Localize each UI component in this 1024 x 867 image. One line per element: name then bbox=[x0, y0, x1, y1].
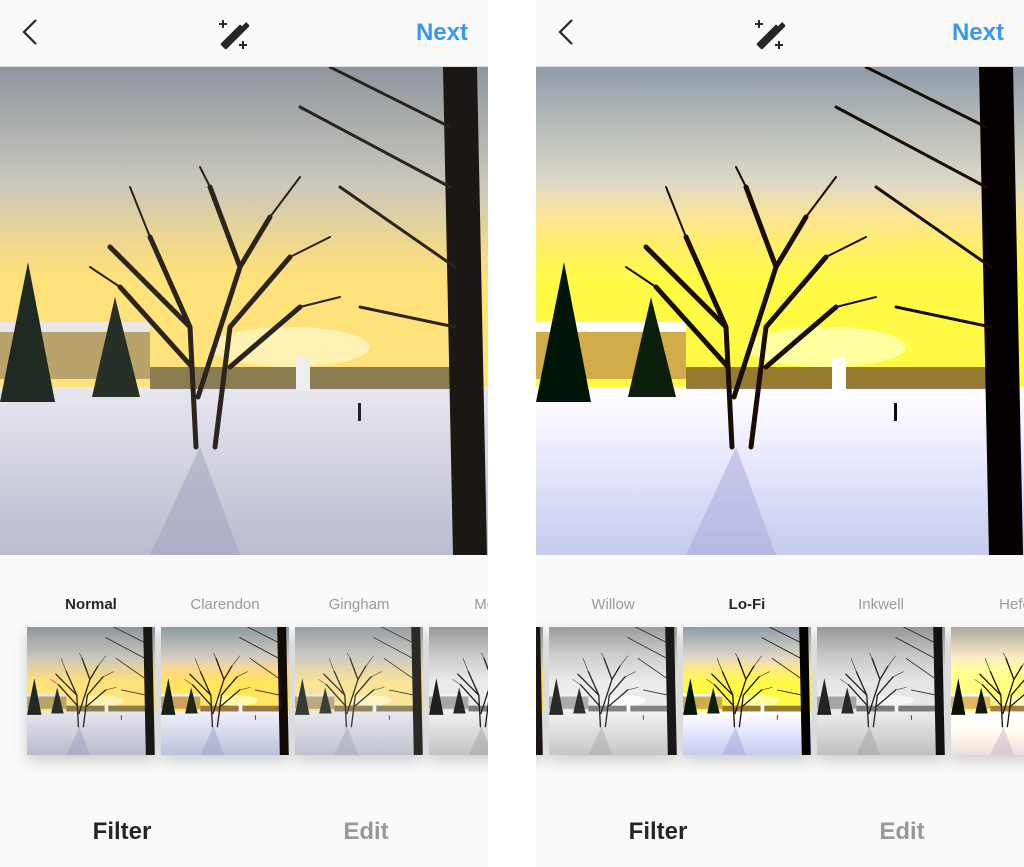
magic-wand-icon[interactable] bbox=[214, 14, 254, 54]
lofi-filter-screen: Next Willow Lo-Fi Inkwell Hefe bbox=[536, 0, 1024, 867]
filter-label-lo-fi[interactable]: Lo-Fi bbox=[683, 596, 811, 613]
filter-thumbnail-inkwell[interactable] bbox=[817, 627, 945, 755]
filter-thumbnail-gingham[interactable] bbox=[295, 627, 423, 755]
filter-strip[interactable] bbox=[0, 627, 488, 755]
filter-labels: Willow Lo-Fi Inkwell Hefe bbox=[536, 596, 1024, 616]
filter-thumbnail-moon[interactable] bbox=[429, 627, 488, 755]
filter-thumbnail-willow[interactable] bbox=[549, 627, 677, 755]
filter-label-inkwell[interactable]: Inkwell bbox=[817, 596, 945, 613]
filter-thumbnail-clarendon[interactable] bbox=[161, 627, 289, 755]
filter-label-normal[interactable]: Normal bbox=[27, 596, 155, 613]
filter-label-hefe[interactable]: Hefe bbox=[951, 596, 1024, 613]
chevron-left-icon[interactable] bbox=[554, 16, 582, 48]
next-button[interactable]: Next bbox=[416, 19, 468, 47]
bottom-tabs: Filter Edit bbox=[0, 818, 488, 850]
filter-label-clarendon[interactable]: Clarendon bbox=[161, 596, 289, 613]
filter-thumbnail-hefe[interactable] bbox=[951, 627, 1024, 755]
normal-filter-screen: Next Normal Clarendon Gingham Moon bbox=[0, 0, 488, 867]
tab-filter[interactable]: Filter bbox=[536, 818, 780, 846]
chevron-left-icon[interactable] bbox=[18, 16, 46, 48]
photo-preview bbox=[0, 67, 488, 555]
filter-labels: Normal Clarendon Gingham Moon bbox=[0, 596, 488, 616]
tab-edit[interactable]: Edit bbox=[244, 818, 488, 846]
tab-edit[interactable]: Edit bbox=[780, 818, 1024, 846]
tab-filter[interactable]: Filter bbox=[0, 818, 244, 846]
next-button[interactable]: Next bbox=[952, 19, 1004, 47]
filter-label-gingham[interactable]: Gingham bbox=[295, 596, 423, 613]
filter-thumbnail-normal[interactable] bbox=[27, 627, 155, 755]
filter-label-moon[interactable]: Moon bbox=[429, 596, 488, 613]
top-bar: Next bbox=[536, 0, 1024, 67]
filter-thumbnail-lo-fi[interactable] bbox=[683, 627, 811, 755]
filter-strip[interactable] bbox=[536, 627, 1024, 755]
filter-label-willow[interactable]: Willow bbox=[549, 596, 677, 613]
magic-wand-icon[interactable] bbox=[750, 14, 790, 54]
top-bar: Next bbox=[0, 0, 488, 67]
filter-thumbnail[interactable] bbox=[536, 627, 543, 755]
photo-preview bbox=[536, 67, 1024, 555]
bottom-tabs: Filter Edit bbox=[536, 818, 1024, 850]
